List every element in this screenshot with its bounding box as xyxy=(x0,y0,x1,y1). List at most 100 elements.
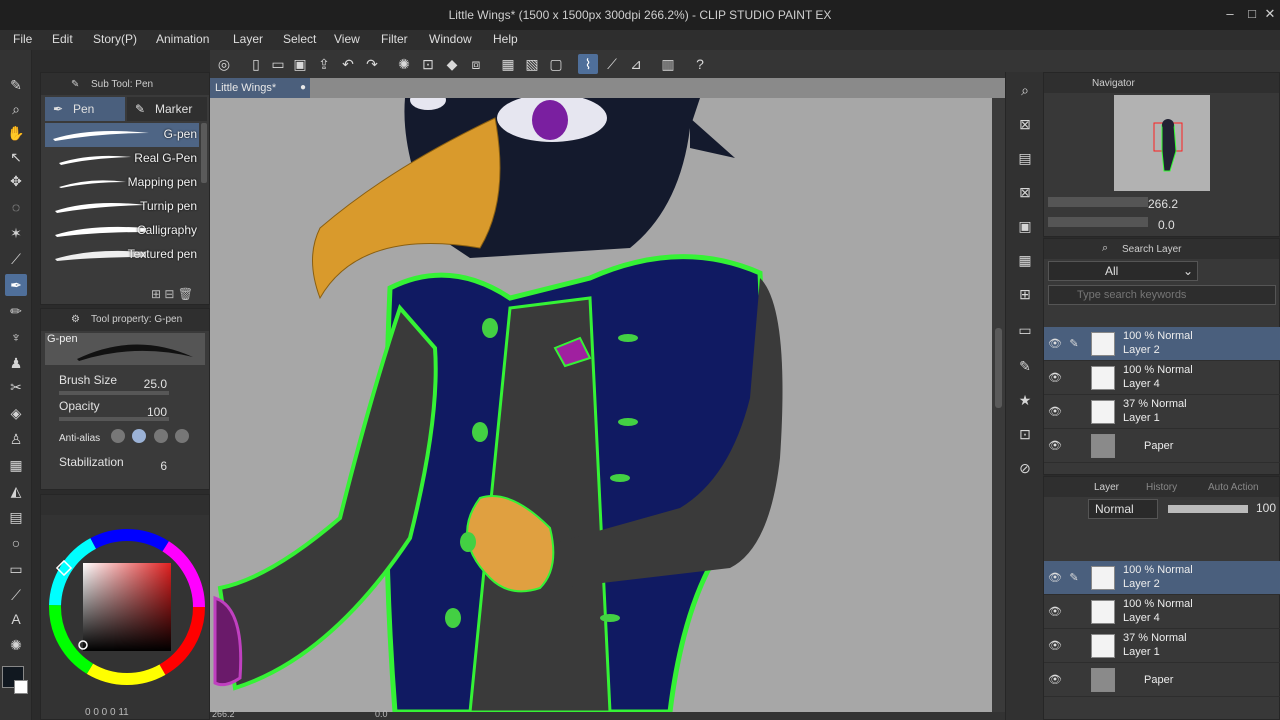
brush-item-mapping-pen[interactable]: Mapping pen xyxy=(45,171,199,195)
save-icon[interactable]: ▣ xyxy=(290,54,310,74)
zoom-icon[interactable]: ⌕ xyxy=(5,98,27,120)
brush-icon[interactable]: ♆ xyxy=(5,326,27,348)
clear-icon[interactable]: ⊡ xyxy=(418,54,438,74)
menu-window[interactable]: Window xyxy=(429,32,472,46)
brush-item-turnip-pen[interactable]: Turnip pen xyxy=(45,195,199,219)
layer-row[interactable]: 👁 ✎ 100 % Normal Layer 2 xyxy=(1044,327,1280,361)
eye-icon[interactable]: 👁 xyxy=(1048,405,1062,419)
close-palette-icon[interactable]: ⊠ xyxy=(1015,182,1035,202)
brush-item-real-g-pen[interactable]: Real G-Pen xyxy=(45,147,199,171)
balloon-icon[interactable]: ✺ xyxy=(5,634,27,656)
brush-list-scrollbar[interactable] xyxy=(201,123,207,183)
export-icon[interactable]: ⇪ xyxy=(314,54,334,74)
text-icon[interactable]: A xyxy=(5,608,27,630)
deselect-icon[interactable]: ▧ xyxy=(522,54,542,74)
sub-color-swatch[interactable] xyxy=(14,680,28,694)
drawing-canvas[interactable] xyxy=(210,98,992,712)
close-icon[interactable]: ✕ xyxy=(1262,6,1278,22)
navigator-preview[interactable] xyxy=(1114,95,1210,191)
material-icon[interactable]: ▣ xyxy=(1015,216,1035,236)
shape-icon[interactable]: ○ xyxy=(5,532,27,554)
eye-icon[interactable]: 👁 xyxy=(1048,371,1062,385)
open-folder-icon[interactable]: ▭ xyxy=(268,54,288,74)
eraser-icon[interactable]: ◈ xyxy=(5,402,27,424)
magic-wand-icon[interactable]: ✶ xyxy=(5,222,27,244)
eye-icon[interactable]: 👁 xyxy=(1048,639,1062,653)
menu-layer[interactable]: Layer xyxy=(233,32,263,46)
eye-icon[interactable]: 👁 xyxy=(1048,439,1062,453)
ruler-tool-icon[interactable]: ⟋ xyxy=(5,584,27,606)
search-input[interactable] xyxy=(1048,285,1276,305)
new-file-icon[interactable]: ▯ xyxy=(246,54,266,74)
brush-item-g-pen[interactable]: G-pen xyxy=(45,123,199,147)
blend-mode-dropdown[interactable]: Normal xyxy=(1088,499,1158,519)
eye-icon[interactable]: 👁 xyxy=(1048,337,1062,351)
lasso-icon[interactable]: ◌ xyxy=(5,196,27,218)
menu-edit[interactable]: Edit xyxy=(52,32,73,46)
undo-icon[interactable]: ↶ xyxy=(338,54,358,74)
settings-icon[interactable]: ✺ xyxy=(394,54,414,74)
layer-row[interactable]: 👁 100 % Normal Layer 4 xyxy=(1044,595,1280,629)
brush-item-textured-pen[interactable]: Textured pen xyxy=(45,243,199,267)
gradient-icon[interactable]: ▤ xyxy=(5,506,27,528)
fill-icon[interactable]: ◆ xyxy=(442,54,462,74)
help-icon[interactable]: ? xyxy=(690,54,710,74)
document-tab[interactable]: Little Wings* ● xyxy=(210,78,310,98)
minimize-icon[interactable]: – xyxy=(1222,6,1238,22)
menu-view[interactable]: View xyxy=(334,32,360,46)
brush-size-slider[interactable] xyxy=(59,391,169,395)
invert-selection-icon[interactable]: ▢ xyxy=(546,54,566,74)
eye-icon[interactable]: 👁 xyxy=(1048,605,1062,619)
menu-animation[interactable]: Animation xyxy=(156,32,209,46)
scroll-thumb[interactable] xyxy=(995,328,1002,408)
fill-bucket-icon[interactable]: ◭ xyxy=(5,480,27,502)
tab-auto-action[interactable]: Auto Action xyxy=(1208,482,1259,493)
blend-icon[interactable]: ♙ xyxy=(5,428,27,450)
timeline-icon[interactable]: ⊞ xyxy=(1015,284,1035,304)
brush-size-value[interactable]: 25.0 xyxy=(137,377,167,391)
layer-row[interactable]: 👁 ✎ 100 % Normal Layer 2 xyxy=(1044,561,1280,595)
operation-icon[interactable]: ↖ xyxy=(5,146,27,168)
information-icon[interactable]: ▦ xyxy=(1015,250,1035,270)
navigator-zoom-value[interactable]: 266.2 xyxy=(1148,197,1178,211)
navigator-zoom-slider[interactable] xyxy=(1048,197,1148,207)
delete-subtool-icon[interactable]: 🗑 xyxy=(178,287,193,301)
opacity-slider[interactable] xyxy=(59,417,169,421)
antialias-weak[interactable] xyxy=(132,429,147,443)
layer-row[interactable]: 👁 Paper xyxy=(1044,663,1280,697)
decoration-icon[interactable]: ✂ xyxy=(5,376,27,398)
pen-icon[interactable]: ✎ xyxy=(5,74,27,96)
pen-tool-icon[interactable]: ✒ xyxy=(5,274,27,296)
antialias-strong[interactable] xyxy=(175,429,190,443)
frame-icon[interactable]: ▭ xyxy=(5,558,27,580)
grid-icon[interactable]: ▦ xyxy=(5,454,27,476)
clip-studio-icon[interactable]: ◎ xyxy=(214,54,234,74)
copy-subtool-icon[interactable]: ⊟ xyxy=(164,287,174,301)
canvas-vertical-scrollbar[interactable] xyxy=(992,98,1005,712)
favorite-icon[interactable]: ★ xyxy=(1015,390,1035,410)
navigator-rotation-value[interactable]: 0.0 xyxy=(1158,218,1175,232)
brush-item-calligraphy[interactable]: Calligraphy xyxy=(45,219,199,243)
tab-history[interactable]: History xyxy=(1146,482,1177,493)
navigator-rotation-slider[interactable] xyxy=(1048,217,1148,227)
auto-action-icon[interactable]: ⊘ xyxy=(1015,458,1035,478)
snap-grid-icon[interactable]: ⊿ xyxy=(626,54,646,74)
hand-icon[interactable]: ✋ xyxy=(5,122,27,144)
eye-icon[interactable]: 👁 xyxy=(1048,571,1062,585)
eye-icon[interactable]: 👁 xyxy=(1048,673,1062,687)
edit-icon[interactable]: ✎ xyxy=(1015,356,1035,376)
move-icon[interactable]: ✥ xyxy=(5,170,27,192)
layer-opacity-slider[interactable] xyxy=(1168,505,1248,513)
layer-row[interactable]: 👁 100 % Normal Layer 4 xyxy=(1044,361,1280,395)
airbrush-icon[interactable]: ♟ xyxy=(5,352,27,374)
ruler-icon[interactable]: ▥ xyxy=(658,54,678,74)
close-tab-icon[interactable]: ● xyxy=(300,78,306,98)
layer-opacity-value[interactable]: 100 xyxy=(1256,501,1276,515)
add-subtool-icon[interactable]: ⊞ xyxy=(151,287,161,301)
animation-cels-icon[interactable]: ▭ xyxy=(1015,320,1035,340)
layer-property-icon[interactable]: ▤ xyxy=(1015,148,1035,168)
maximize-icon[interactable]: □ xyxy=(1244,6,1260,22)
menu-filter[interactable]: Filter xyxy=(381,32,408,46)
tab-layer[interactable]: Layer xyxy=(1094,482,1119,493)
transform-icon[interactable]: ⧈ xyxy=(466,54,486,74)
